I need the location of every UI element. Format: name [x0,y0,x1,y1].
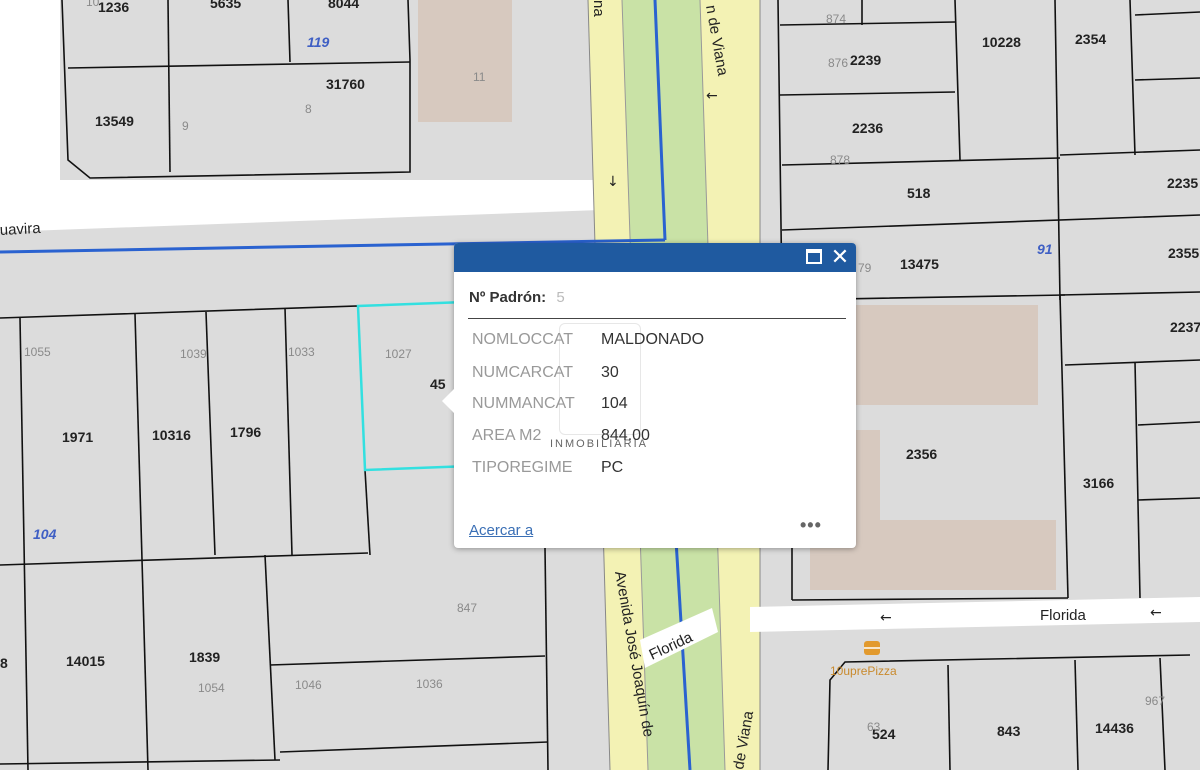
street-label-florida: Florida [1040,607,1087,624]
popup-title-value: 5 [552,289,565,306]
attr-value: 104 [601,395,628,412]
popup-title-label: Nº Padrón: [469,289,547,306]
parcel-number: 878 [830,153,850,167]
zoom-to-link[interactable]: Acercar a [469,522,533,539]
attr-value: 844.00 [601,427,650,444]
parcel-label: 8 [0,655,8,671]
parcel-number: 1054 [198,681,225,695]
parcel-number: 79 [858,261,872,275]
parcel-label: 1236 [98,0,129,15]
attr-value: 30 [601,364,619,381]
parcel-label: 1796 [230,424,261,440]
parcel-label: 1839 [189,649,220,665]
parcel-number: 967 [1145,694,1165,708]
zone-label: 91 [1037,241,1053,257]
close-icon[interactable]: ✕ [828,243,852,272]
parcel-label: 10316 [152,427,191,443]
popup-divider [468,318,846,319]
parcel-number: 8 [305,102,312,116]
parcel-number: 874 [826,12,846,26]
parcel-number: 1033 [288,345,315,359]
parcel-number: 1046 [295,678,322,692]
zone-label: 119 [307,34,330,50]
parcel-number: 11 [473,70,486,84]
parcel-label: 2355 [1168,245,1199,261]
attr-key: AREA M2 [472,427,542,444]
parcel-number: 1027 [385,347,412,361]
oneway-arrow-icon: ↓ [607,174,619,190]
parcel-label: 10228 [982,34,1021,50]
parcel-label: 14436 [1095,720,1134,736]
more-options-icon[interactable]: ••• [800,515,822,536]
parcel-label: 2236 [852,120,883,136]
attr-value: PC [601,459,624,476]
parcel-number: 1055 [24,345,51,359]
parcel-label: 2237 [1170,319,1200,335]
parcel-number: 9 [182,119,189,133]
attr-key: NUMCARCAT [472,364,574,381]
zone-label: 104 [33,526,57,542]
parcel-number: 1039 [180,347,207,361]
parcel-label: 2239 [850,52,881,68]
oneway-arrow-icon: ← [880,610,892,626]
parcel-number: 876 [828,56,848,70]
parcel-label: 2356 [906,446,937,462]
parcel-label: 8044 [328,0,359,11]
popup-title: Nº Padrón: 5 [469,289,565,306]
street-label-viana-top-left: na [590,0,607,17]
parcel-label: 2354 [1075,31,1106,47]
parcel-number: 10 [86,0,100,9]
parcel-label: 843 [997,723,1021,739]
attr-key: NOMLOCCAT [472,331,574,348]
popup-pointer [442,389,454,413]
maximize-icon[interactable] [802,243,826,272]
attr-value: MALDONADO [601,331,705,348]
parcel-number: 1036 [416,677,443,691]
info-popup: ✕ INMOBILIARIA Nº Padrón: 5 NOMLOCCAT MA… [442,243,856,548]
attr-key: NUMMANCAT [472,395,575,412]
parcel-label: 31760 [326,76,365,92]
oneway-arrow-icon: ← [1150,605,1162,621]
poi-label: 10uprePizza [830,664,897,678]
parcel-label: 14015 [66,653,105,669]
parcel-number: 63 [867,720,881,734]
parcel-label: 13549 [95,113,134,129]
parcel-label: 5635 [210,0,241,11]
parcel-label: 518 [907,185,931,201]
parcel-label: 1971 [62,429,93,445]
parcel-label: 2235 [1167,175,1198,191]
popup-header: ✕ [454,243,856,272]
street-label-guavira: uavira [0,220,42,239]
parcel-label: 13475 [900,256,939,272]
parcel-label: 3166 [1083,475,1114,491]
oneway-arrow-icon: ← [706,88,718,104]
parcel-number: 847 [457,601,477,615]
attr-key: TIPOREGIME [472,459,573,476]
